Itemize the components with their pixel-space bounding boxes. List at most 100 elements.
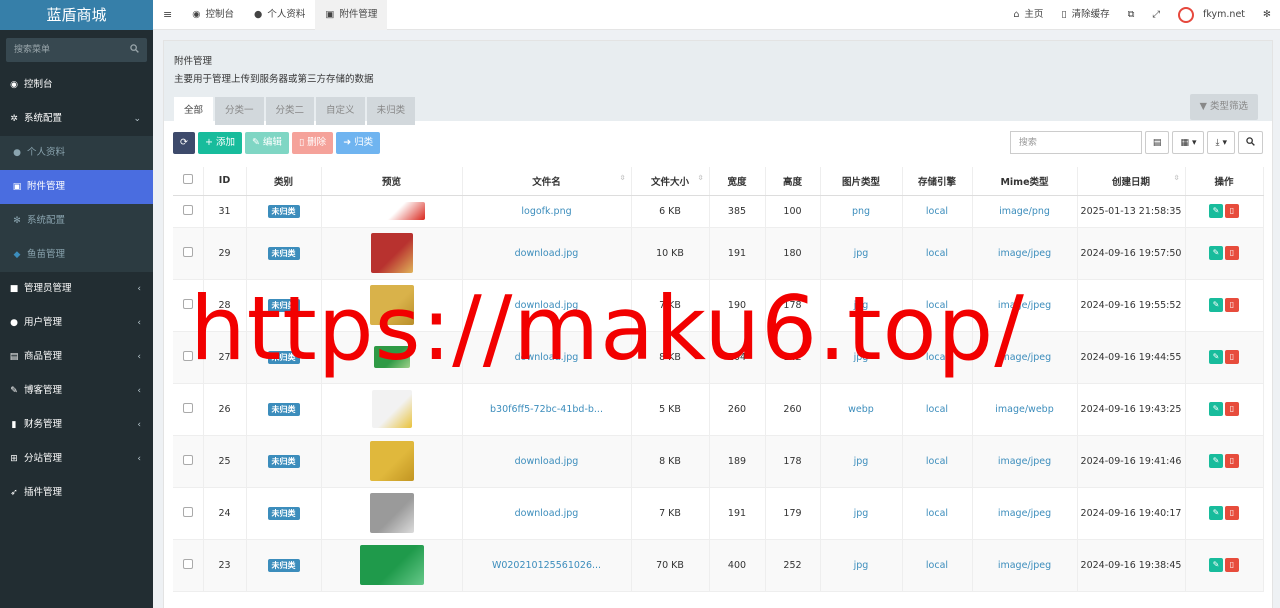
sidebar-item-products[interactable]: ▤ 商品管理 ‹ <box>0 340 153 374</box>
table-row[interactable]: 27 未归类 download.jpg 8 KB 204 142 jpg local image… <box>173 331 1264 384</box>
cell-filename[interactable]: b30f6ff5-72bc-41bd-b... <box>462 383 632 436</box>
row-select-cell[interactable] <box>173 227 204 280</box>
cell-preview[interactable] <box>321 539 463 592</box>
sidebar-item-admin[interactable]: ■ 管理员管理 ‹ <box>0 272 153 306</box>
row-select-cell[interactable] <box>173 539 204 592</box>
row-delete-button[interactable]: ▯ <box>1225 204 1239 218</box>
delete-button[interactable]: ▯ 删除 <box>291 132 334 154</box>
cell-storage[interactable]: local <box>902 331 973 384</box>
type-filter-button[interactable]: ▼ 类型筛选 <box>1189 94 1258 120</box>
preview-thumbnail[interactable] <box>359 545 424 585</box>
fullscreen-button[interactable]: ⤢ <box>1143 0 1169 30</box>
column-header-created[interactable]: 创建日期 ⇳ <box>1077 167 1186 196</box>
row-checkbox[interactable] <box>182 298 193 309</box>
cell-mime[interactable]: image/jpeg <box>972 487 1078 540</box>
preview-thumbnail[interactable] <box>371 390 412 428</box>
cell-mime[interactable]: image/jpeg <box>972 227 1078 280</box>
classify-button[interactable]: ➜ 归类 <box>336 132 381 154</box>
column-header-filename[interactable]: 文件名 ⇳ <box>462 167 632 196</box>
tab-dashboard[interactable]: ◉ 控制台 <box>182 0 244 30</box>
sidebar-item-users[interactable]: ● 用户管理 ‹ <box>0 306 153 340</box>
table-row[interactable]: 31 未归类 logofk.png 6 KB 385 100 png local image/p… <box>173 195 1264 228</box>
row-edit-button[interactable]: ✎ <box>1209 558 1223 572</box>
preview-thumbnail[interactable] <box>369 493 414 533</box>
row-checkbox[interactable] <box>182 506 193 517</box>
row-checkbox[interactable] <box>182 350 193 361</box>
row-edit-button[interactable]: ✎ <box>1209 204 1223 218</box>
cell-filename[interactable]: download.jpg <box>462 279 632 332</box>
sidebar-item-plugins[interactable]: ➶ 插件管理 <box>0 476 153 510</box>
row-edit-button[interactable]: ✎ <box>1209 246 1223 260</box>
table-row[interactable]: 29 未归类 download.jpg 10 KB 191 180 jpg local imag… <box>173 227 1264 280</box>
cell-imagetype[interactable]: jpg <box>820 331 903 384</box>
cell-filename[interactable]: W020210125561026... <box>462 539 632 592</box>
home-link[interactable]: ⌂ 主页 <box>1004 0 1052 30</box>
cell-storage[interactable]: local <box>902 435 973 488</box>
sidebar-item-dashboard[interactable]: ◉ 控制台 <box>0 68 153 102</box>
cell-mime[interactable]: image/jpeg <box>972 435 1078 488</box>
clear-cache-button[interactable]: ▯ 清除缓存 <box>1052 0 1118 30</box>
sidebar-search-input[interactable] <box>6 38 147 62</box>
row-select-cell[interactable] <box>173 331 204 384</box>
sidebar-item-blog[interactable]: ✎ 博客管理 ‹ <box>0 374 153 408</box>
column-header-id[interactable]: ID <box>203 167 247 196</box>
table-row[interactable]: 26 未归类 b30f6ff5-72bc-41bd-b... 5 KB 260 260 we… <box>173 383 1264 436</box>
cell-storage[interactable]: local <box>902 383 973 436</box>
row-select-cell[interactable] <box>173 279 204 332</box>
cell-preview[interactable] <box>321 435 463 488</box>
menu-toggle-button[interactable]: ≡ <box>153 0 182 30</box>
sidebar-item-attachments[interactable]: ▣ 附件管理 <box>0 170 153 204</box>
row-edit-button[interactable]: ✎ <box>1209 350 1223 364</box>
app-logo[interactable]: 蓝盾商城 <box>0 0 153 30</box>
tab-profile[interactable]: ● 个人资料 <box>244 0 315 30</box>
tab-attachments[interactable]: ▣ 附件管理 <box>315 0 388 30</box>
cell-preview[interactable] <box>321 383 463 436</box>
sidebar-item-finance[interactable]: ▮ 财务管理 ‹ <box>0 408 153 442</box>
cell-imagetype[interactable]: webp <box>820 383 903 436</box>
cell-preview[interactable] <box>321 195 463 228</box>
row-delete-button[interactable]: ▯ <box>1225 402 1239 416</box>
refresh-button[interactable]: ⟳ <box>173 132 195 154</box>
row-delete-button[interactable]: ▯ <box>1225 298 1239 312</box>
row-edit-button[interactable]: ✎ <box>1209 298 1223 312</box>
cell-mime[interactable]: image/jpeg <box>972 279 1078 332</box>
preview-thumbnail[interactable] <box>369 441 414 481</box>
cell-storage[interactable]: local <box>902 279 973 332</box>
row-checkbox[interactable] <box>182 454 193 465</box>
column-header-filesize[interactable]: 文件大小 ⇳ <box>631 167 710 196</box>
cell-filename[interactable]: logofk.png <box>462 195 632 228</box>
cell-filename[interactable]: download.jpg <box>462 435 632 488</box>
table-search-input[interactable] <box>1009 131 1142 154</box>
cell-storage[interactable]: local <box>902 487 973 540</box>
sidebar-item-substation[interactable]: ⊞ 分站管理 ‹ <box>0 442 153 476</box>
table-row[interactable]: 28 未归类 download.jpg 7 KB 190 178 jpg local image… <box>173 279 1264 332</box>
row-delete-button[interactable]: ▯ <box>1225 246 1239 260</box>
cell-imagetype[interactable]: jpg <box>820 487 903 540</box>
row-edit-button[interactable]: ✎ <box>1209 454 1223 468</box>
row-select-cell[interactable] <box>173 487 204 540</box>
toggle-view-button[interactable]: ▤ <box>1144 131 1170 154</box>
cell-filename[interactable]: download.jpg <box>462 487 632 540</box>
search-toggle-button[interactable] <box>1238 131 1263 154</box>
row-checkbox[interactable] <box>182 558 193 569</box>
preview-thumbnail[interactable] <box>370 233 413 273</box>
sidebar-item-site-config[interactable]: ✻ 系统配置 <box>0 204 153 238</box>
select-all-header[interactable] <box>173 167 204 196</box>
cell-imagetype[interactable]: jpg <box>820 279 903 332</box>
cell-filename[interactable]: download.jpg <box>462 331 632 384</box>
row-select-cell[interactable] <box>173 195 204 228</box>
language-button[interactable]: ⧉ <box>1119 0 1144 30</box>
search-icon[interactable] <box>130 44 139 56</box>
table-row[interactable]: 24 未归类 download.jpg 7 KB 191 179 jpg local image… <box>173 487 1264 540</box>
edit-button[interactable]: ✎ 编辑 <box>244 132 289 154</box>
table-row[interactable]: 23 未归类 W020210125561026... 70 KB 400 252 jpg lo… <box>173 539 1264 592</box>
columns-button[interactable]: ▦ ▾ <box>1172 131 1205 154</box>
cell-mime[interactable]: image/png <box>972 195 1078 228</box>
sidebar-item-fish[interactable]: ◆ 鱼苗管理 <box>0 238 153 272</box>
row-delete-button[interactable]: ▯ <box>1225 350 1239 364</box>
select-all-checkbox[interactable] <box>182 174 193 185</box>
row-select-cell[interactable] <box>173 435 204 488</box>
row-edit-button[interactable]: ✎ <box>1209 506 1223 520</box>
cell-mime[interactable]: image/jpeg <box>972 539 1078 592</box>
cell-imagetype[interactable]: jpg <box>820 539 903 592</box>
